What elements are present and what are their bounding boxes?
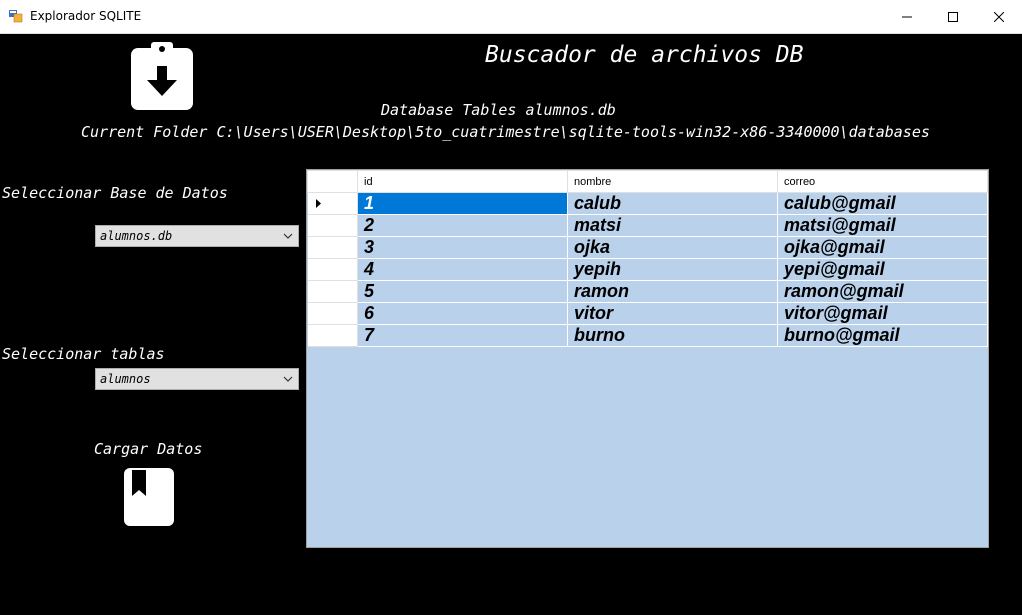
cell-nombre[interactable]: matsi <box>567 214 778 237</box>
cell-id[interactable]: 6 <box>357 302 568 325</box>
column-header-nombre[interactable]: nombre <box>567 170 778 193</box>
chevron-down-icon <box>283 233 293 239</box>
select-database-label: Seleccionar Base de Datos <box>2 184 228 202</box>
row-header[interactable] <box>307 214 358 237</box>
cell-correo[interactable]: yepi@gmail <box>777 258 988 281</box>
table-select[interactable]: alumnos <box>95 368 299 390</box>
database-select-value: alumnos.db <box>100 229 173 243</box>
row-header[interactable] <box>307 324 358 347</box>
cell-nombre[interactable]: ojka <box>567 236 778 259</box>
table-row[interactable]: 1 calub calub@gmail <box>307 192 988 215</box>
app-icon <box>9 10 23 23</box>
cell-id[interactable]: 3 <box>357 236 568 259</box>
row-header-corner <box>307 170 358 193</box>
cell-correo[interactable]: vitor@gmail <box>777 302 988 325</box>
row-header[interactable] <box>307 236 358 259</box>
row-header[interactable] <box>307 280 358 303</box>
row-header[interactable] <box>307 302 358 325</box>
data-grid[interactable]: id nombre correo 1 calub calub@gmail 2 m… <box>306 169 989 548</box>
load-data-button[interactable] <box>124 468 174 526</box>
cell-correo[interactable]: burno@gmail <box>777 324 988 347</box>
database-tables-label: Database Tables alumnos.db <box>381 101 616 119</box>
table-row[interactable]: 7 burno burno@gmail <box>307 324 988 347</box>
close-button[interactable] <box>976 0 1022 33</box>
close-icon <box>994 11 1004 22</box>
select-table-label: Seleccionar tablas <box>2 345 165 363</box>
cell-correo[interactable]: calub@gmail <box>777 192 988 215</box>
column-header-id[interactable]: id <box>357 170 568 193</box>
cell-nombre[interactable]: yepih <box>567 258 778 281</box>
cell-id[interactable]: 2 <box>357 214 568 237</box>
cell-nombre[interactable]: ramon <box>567 280 778 303</box>
load-data-label: Cargar Datos <box>94 440 203 458</box>
cell-correo[interactable]: ramon@gmail <box>777 280 988 303</box>
minimize-icon <box>902 16 912 17</box>
cell-id[interactable]: 4 <box>357 258 568 281</box>
chevron-down-icon <box>283 376 293 382</box>
row-header[interactable] <box>307 258 358 281</box>
table-row[interactable]: 6 vitor vitor@gmail <box>307 302 988 325</box>
database-select[interactable]: alumnos.db <box>95 225 299 247</box>
header-row: id nombre correo <box>307 170 988 193</box>
cell-nombre[interactable]: vitor <box>567 302 778 325</box>
cell-id[interactable]: 5 <box>357 280 568 303</box>
table-row[interactable]: 3 ojka ojka@gmail <box>307 236 988 259</box>
maximize-button[interactable] <box>930 0 976 33</box>
table-select-value: alumnos <box>100 372 151 386</box>
cell-id[interactable]: 7 <box>357 324 568 347</box>
page-title: Buscador de archivos DB <box>485 42 804 68</box>
table-row[interactable]: 4 yepih yepi@gmail <box>307 258 988 281</box>
cell-correo[interactable]: matsi@gmail <box>777 214 988 237</box>
column-header-correo[interactable]: correo <box>777 170 988 193</box>
current-row-arrow-icon <box>315 199 321 208</box>
title-bar: Explorador SQLITE <box>0 0 1022 34</box>
data-table: id nombre correo 1 calub calub@gmail 2 m… <box>307 170 988 347</box>
clipboard-download-icon <box>131 42 193 110</box>
maximize-icon <box>948 11 958 22</box>
current-folder-label: Current Folder C:\Users\USER\Desktop\5to… <box>81 123 930 141</box>
window-title: Explorador SQLITE <box>30 9 142 23</box>
cell-nombre[interactable]: burno <box>567 324 778 347</box>
table-row[interactable]: 2 matsi matsi@gmail <box>307 214 988 237</box>
minimize-button[interactable] <box>884 0 930 33</box>
cell-nombre[interactable]: calub <box>567 192 778 215</box>
cell-id[interactable]: 1 <box>357 192 568 215</box>
table-row[interactable]: 5 ramon ramon@gmail <box>307 280 988 303</box>
row-header[interactable] <box>307 192 358 215</box>
cell-correo[interactable]: ojka@gmail <box>777 236 988 259</box>
